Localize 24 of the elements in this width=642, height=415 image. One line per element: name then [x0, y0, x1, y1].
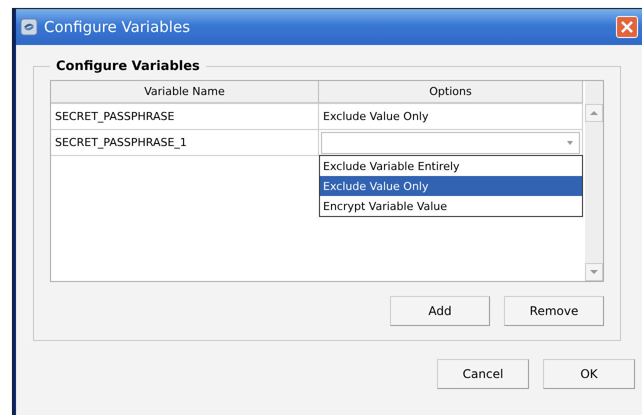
table-row[interactable]: SECRET_PASSPHRASE Exclude Value Only [51, 104, 583, 130]
up-arrow-icon [589, 109, 599, 117]
table-action-button[interactable]: Remove [504, 296, 604, 326]
table-cell: Exclude Value Only [319, 104, 583, 130]
dialog-button[interactable]: Cancel [437, 359, 529, 389]
app-icon [20, 18, 38, 36]
close-icon [620, 20, 634, 34]
column-header[interactable]: Options [319, 81, 583, 104]
dialog-button[interactable]: OK [543, 359, 635, 389]
dropdown-option[interactable]: Exclude Variable Entirely [320, 156, 582, 176]
group-title: Configure Variables [55, 59, 201, 74]
window-title: Configure Variables [44, 18, 190, 36]
table-cell: SECRET_PASSPHRASE [51, 104, 319, 130]
column-header[interactable]: Variable Name [51, 81, 319, 104]
scrollbar[interactable] [585, 81, 603, 281]
scroll-down-button[interactable] [585, 263, 603, 281]
options-dropdown[interactable] [321, 132, 580, 154]
dropdown-option[interactable]: Exclude Value Only [320, 176, 582, 196]
scroll-up-button[interactable] [585, 104, 603, 122]
close-button[interactable] [616, 16, 638, 38]
table-action-button[interactable]: Add [390, 296, 490, 326]
down-arrow-icon [589, 268, 599, 276]
dropdown-option[interactable]: Encrypt Variable Value [320, 196, 582, 216]
table-cell: SECRET_PASSPHRASE_1 [51, 130, 319, 156]
